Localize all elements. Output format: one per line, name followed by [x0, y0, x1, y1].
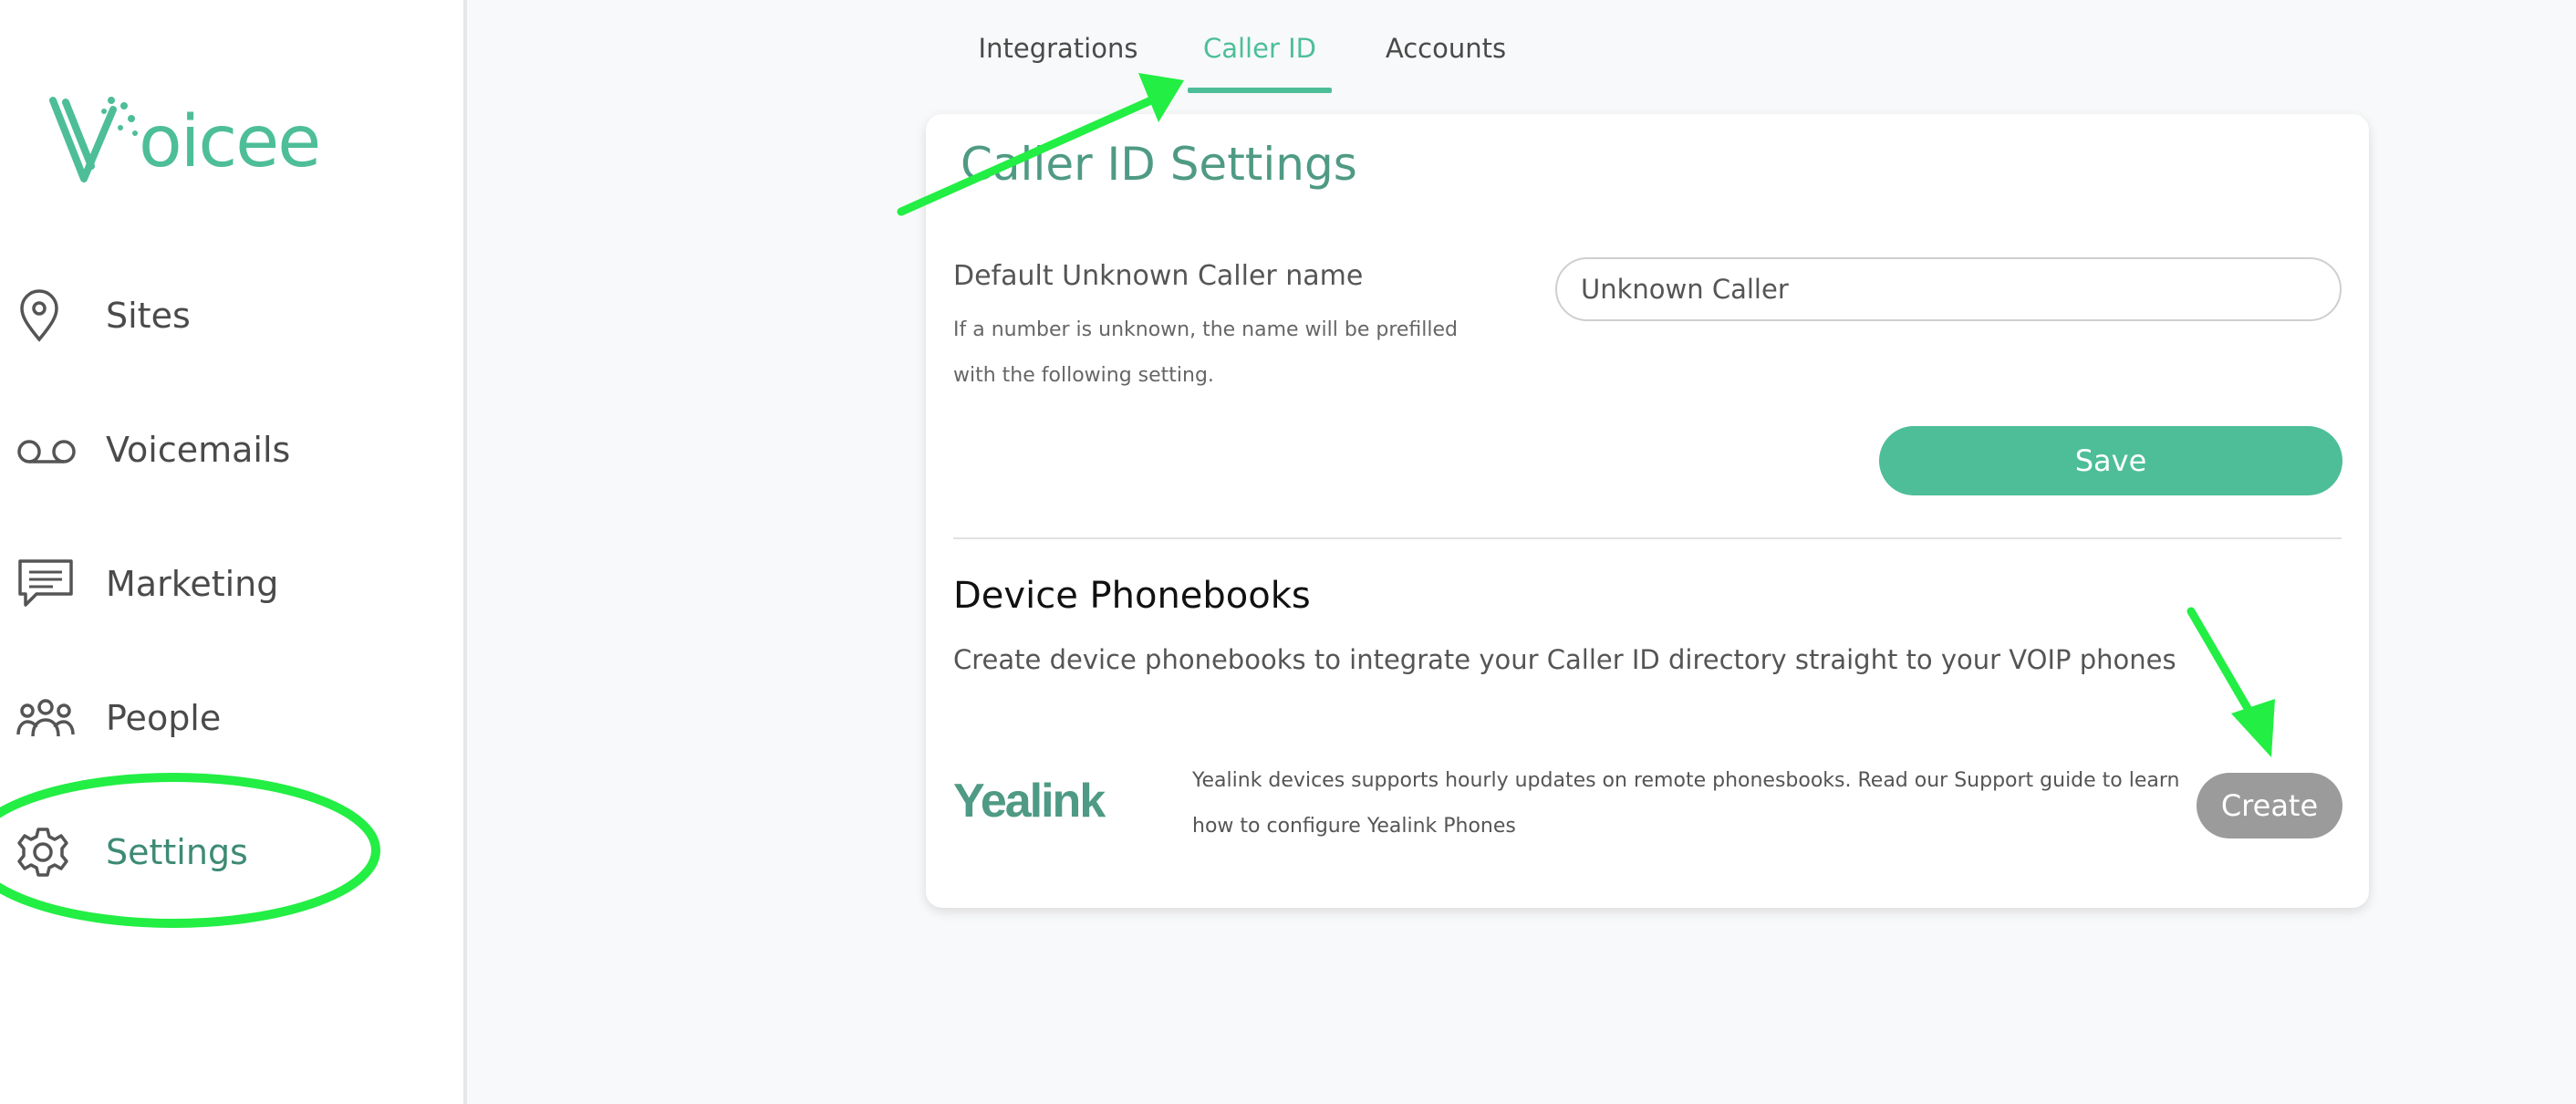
active-tab-indicator [1188, 88, 1332, 93]
sidebar-item-sites[interactable]: Sites [16, 279, 445, 352]
default-caller-name-field[interactable] [1555, 257, 2342, 321]
people-icon [16, 686, 80, 750]
tab-accounts[interactable]: Accounts [1377, 33, 1514, 91]
sidebar-item-marketing[interactable]: Marketing [16, 547, 445, 620]
yealink-description: Yealink devices supports hourly updates … [1192, 769, 2180, 838]
save-button[interactable]: Save [1879, 426, 2342, 495]
sidebar-item-label: Sites [106, 296, 191, 336]
sidebar-item-voicemails[interactable]: Voicemails [16, 413, 445, 486]
caller-id-card: Caller ID Settings Default Unknown Calle… [926, 114, 2369, 908]
phonebooks-title: Device Phonebooks [953, 575, 1311, 617]
map-pin-icon [16, 284, 80, 348]
create-phonebook-button[interactable]: Create [2197, 773, 2342, 838]
voicemail-icon [16, 418, 80, 482]
yealink-logo: Yealink [953, 775, 1106, 828]
sidebar-item-label: Settings [106, 832, 248, 872]
gear-icon [16, 820, 80, 884]
sidebar-item-label: People [106, 698, 222, 738]
voicee-logo: oicee [49, 97, 321, 183]
svg-text:oicee: oicee [139, 101, 319, 183]
phonebooks-description: Create device phonebooks to integrate yo… [953, 644, 2176, 675]
tab-label: Caller ID [1202, 33, 1316, 64]
sidebar-item-people[interactable]: People [16, 682, 445, 755]
tab-label: Integrations [978, 33, 1138, 64]
sidebar-item-label: Voicemails [106, 430, 291, 470]
default-caller-name-help: If a number is unknown, the name will be… [953, 318, 1459, 387]
sidebar: oicee Sites Voicemails Marketing People … [0, 0, 467, 1104]
sidebar-item-settings[interactable]: Settings [16, 816, 445, 889]
tab-integrations[interactable]: Integrations [978, 33, 1138, 91]
tab-label: Accounts [1385, 33, 1507, 64]
tab-caller-id[interactable]: Caller ID [1188, 33, 1332, 91]
divider [953, 537, 2342, 539]
sidebar-item-label: Marketing [106, 564, 279, 604]
page-title: Caller ID Settings [961, 138, 1357, 191]
chat-bubble-icon [16, 552, 80, 616]
default-caller-name-label: Default Unknown Caller name [953, 260, 1364, 292]
